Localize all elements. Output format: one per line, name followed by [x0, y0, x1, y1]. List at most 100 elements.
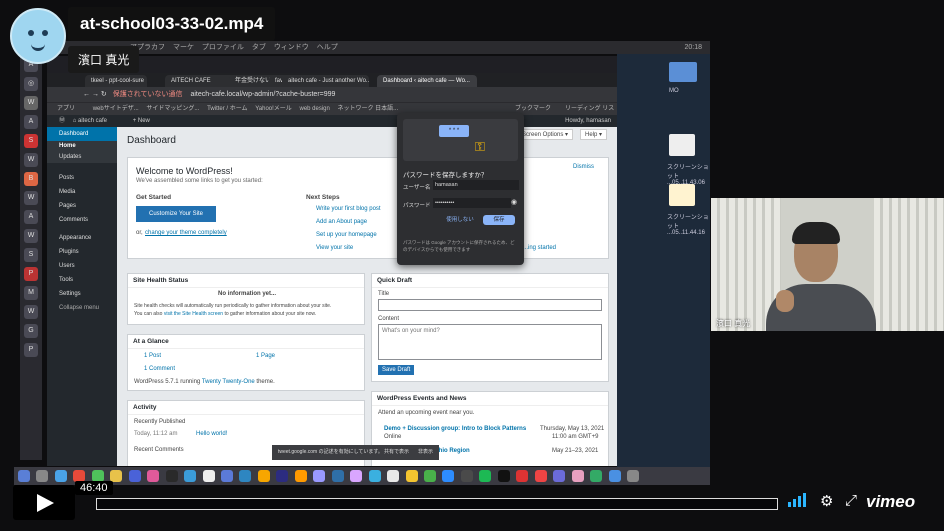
line-icon[interactable] — [423, 470, 436, 482]
app-icon[interactable] — [257, 470, 270, 482]
browser-tab[interactable]: aitech cafe - Just another Wo... — [282, 75, 369, 87]
howdy-user[interactable]: Howdy, hamasan — [565, 115, 611, 127]
change-theme-link[interactable]: change your theme completely — [145, 230, 227, 236]
finder-icon[interactable] — [18, 470, 30, 482]
vimeo-logo[interactable]: vimeo — [866, 492, 915, 512]
app-icon[interactable] — [128, 470, 141, 482]
app-icon[interactable] — [534, 470, 547, 482]
app-icon[interactable]: A — [24, 115, 38, 129]
app-icon[interactable] — [220, 470, 233, 482]
app-icon[interactable]: P — [24, 267, 38, 281]
menu-item[interactable]: ヘルプ — [317, 44, 338, 51]
content-textarea[interactable]: What's on your mind? — [378, 324, 602, 360]
browser-tab[interactable]: AITECH CAFE — [165, 75, 237, 87]
safari-icon[interactable] — [54, 470, 67, 482]
bookmark[interactable]: Twitter / ホーム — [207, 106, 248, 112]
zoom-icon[interactable] — [442, 470, 455, 482]
site-health-link[interactable]: visit the Site Health screen — [164, 311, 223, 317]
video-title[interactable]: at-school03-33-02.mp4 — [68, 7, 276, 41]
event-link[interactable]: Demo + Discussion group: Intro to Block … — [384, 426, 526, 432]
app-icon[interactable]: M — [24, 286, 38, 300]
app-icon[interactable]: W — [24, 96, 38, 110]
wordpress-logo-icon[interactable]: Ⓦ — [59, 118, 65, 124]
app-icon[interactable]: W — [24, 153, 38, 167]
customize-site-button[interactable]: Customize Your Site — [136, 206, 216, 222]
sidebar-sub-home[interactable]: Home — [47, 141, 117, 152]
app-icon[interactable]: S — [24, 134, 38, 148]
acrobat-icon[interactable] — [516, 470, 529, 482]
trash-icon[interactable] — [626, 470, 639, 482]
menu-item[interactable]: マーケ — [173, 44, 194, 51]
app-icon[interactable]: A — [24, 210, 38, 224]
username-field[interactable]: hamasan — [433, 180, 519, 190]
notes-icon[interactable] — [110, 470, 123, 482]
settings-gear-icon[interactable]: ⚙ — [820, 492, 833, 510]
launchpad-icon[interactable] — [36, 470, 49, 482]
menu-item[interactable]: ウィンドウ — [274, 44, 309, 51]
sidebar-item-appearance[interactable]: Appearance — [47, 231, 117, 245]
app-icon[interactable] — [184, 470, 197, 482]
url-text[interactable]: aitech-cafe.local/wp-admin/?cache-buster… — [190, 91, 335, 98]
screen-options-button[interactable]: Screen Options ▾ — [517, 129, 574, 140]
post-link[interactable]: Hello world! — [196, 431, 227, 437]
app-icon[interactable]: P — [24, 343, 38, 357]
eye-icon[interactable]: ◉ — [511, 198, 517, 206]
sidebar-sub-updates[interactable]: Updates — [47, 152, 117, 163]
photoshop-icon[interactable] — [276, 470, 289, 482]
app-icon[interactable]: ◎ — [24, 77, 38, 91]
sidebar-item-pages[interactable]: Pages — [47, 199, 117, 213]
password-field[interactable]: •••••••••• — [433, 198, 511, 208]
event-link[interactable]: Ohio Region — [434, 448, 470, 454]
back-icon[interactable]: ← — [83, 91, 90, 98]
site-name[interactable]: aitech cafe — [78, 118, 107, 124]
app-icon[interactable] — [387, 470, 400, 482]
sidebar-item-dashboard[interactable]: Dashboard — [47, 127, 117, 141]
browser-tab[interactable]: tkeel - ppt-cool-sure — [85, 75, 147, 87]
app-icon[interactable] — [460, 470, 473, 482]
bookmark[interactable]: サイドマッピング... — [146, 106, 199, 112]
new-content[interactable]: + New — [133, 118, 150, 124]
theme-link[interactable]: Twenty Twenty-One — [202, 379, 255, 385]
app-icon[interactable] — [553, 470, 566, 482]
bookmark[interactable]: webサイトデザ... — [93, 106, 139, 112]
help-button[interactable]: Help ▾ — [580, 129, 608, 140]
app-icon[interactable] — [497, 470, 510, 482]
uploader-avatar[interactable] — [10, 8, 66, 64]
step-homepage[interactable]: Set up your homepage — [316, 232, 377, 238]
app-icon[interactable] — [479, 470, 492, 482]
menu-item[interactable]: タブ — [252, 44, 266, 51]
bookmark[interactable]: Yahoo!メール — [255, 106, 292, 112]
bookmark[interactable]: ネットワーク 日本語... — [338, 106, 399, 112]
save-password-button[interactable]: 保存 — [483, 215, 515, 225]
screenshot-thumbnail[interactable] — [669, 134, 695, 156]
never-button[interactable]: 使用しない — [443, 215, 477, 225]
app-icon[interactable]: B — [24, 172, 38, 186]
app-icon[interactable] — [571, 470, 584, 482]
app-icon[interactable] — [608, 470, 621, 482]
more-actions-link[interactable]: ...ing started — [523, 245, 556, 251]
sidebar-item-settings[interactable]: Settings — [47, 287, 117, 301]
progress-bar[interactable] — [96, 498, 778, 510]
bookmark[interactable]: web design — [299, 106, 329, 112]
app-icon[interactable]: G — [24, 324, 38, 338]
sidebar-item-plugins[interactable]: Plugins — [47, 245, 117, 259]
address-bar[interactable]: ← → ↻ 保護されていない通信 aitech-cafe.local/wp-ad… — [47, 87, 617, 102]
app-icon[interactable]: S — [24, 248, 38, 262]
illustrator-icon[interactable] — [294, 470, 307, 482]
save-draft-button[interactable]: Save Draft — [378, 365, 415, 375]
notification-close[interactable]: 非表示 — [418, 445, 433, 460]
play-button[interactable] — [13, 485, 75, 520]
volume-icon[interactable] — [788, 493, 810, 511]
menu-item[interactable]: プロファイル — [202, 44, 244, 51]
comments-count[interactable]: 1 Comment — [144, 366, 175, 372]
uploader-name[interactable]: 濱口 真光 — [68, 46, 140, 73]
step-about-page[interactable]: Add an About page — [316, 219, 367, 225]
notification-open[interactable]: 共有で表示 — [384, 445, 409, 460]
app-icon[interactable] — [405, 470, 418, 482]
forward-icon[interactable]: → — [92, 91, 99, 98]
folder-icon[interactable] — [669, 62, 697, 82]
step-write-post[interactable]: Write your first blog post — [316, 206, 381, 212]
app-icon[interactable] — [368, 470, 381, 482]
sidebar-item-users[interactable]: Users — [47, 259, 117, 273]
dismiss-link[interactable]: Dismiss — [573, 164, 594, 170]
